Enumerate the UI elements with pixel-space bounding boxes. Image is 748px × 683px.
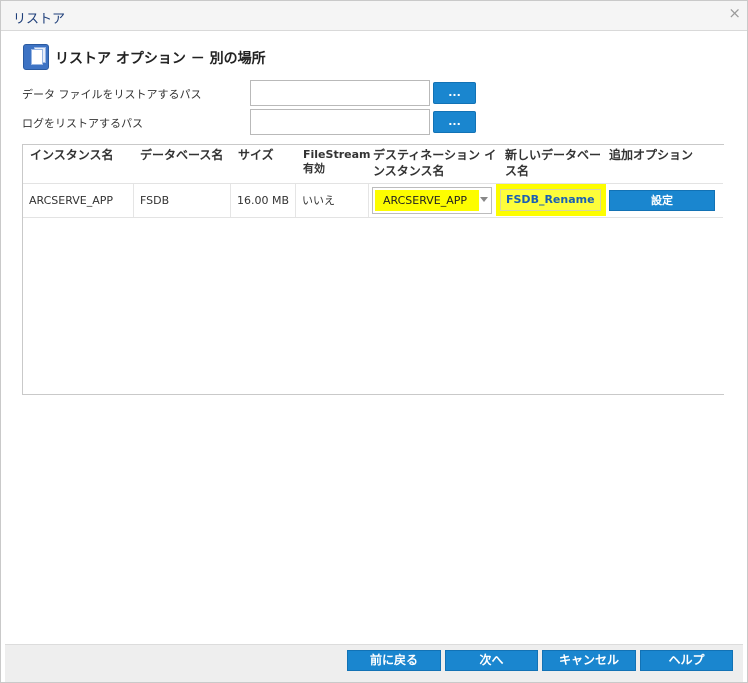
col-header-dest-instance: デスティネーション イ ンスタンス名	[373, 147, 496, 179]
chevron-down-icon[interactable]	[480, 197, 488, 202]
dialog-content: リストア オプション － 別の場所 データ ファイルをリストアするパス ... …	[5, 32, 743, 644]
data-path-browse-button[interactable]: ...	[433, 82, 476, 104]
dest-instance-value: ARCSERVE_APP	[375, 190, 479, 211]
cell-database: FSDB	[134, 184, 231, 217]
close-icon[interactable]: ×	[728, 4, 741, 22]
data-path-label: データ ファイルをリストアするパス	[22, 88, 202, 101]
new-name-cell: FSDB_Rename	[496, 184, 606, 216]
cell-size: 16.00 MB	[231, 184, 296, 217]
restore-dialog: リストア × リストア オプション － 別の場所 データ ファイルをリストアする…	[0, 0, 748, 683]
dialog-title: リストア	[13, 12, 66, 27]
col-header-database: データベース名	[140, 148, 224, 162]
log-path-label: ログをリストアするパス	[22, 117, 143, 130]
next-button[interactable]: 次へ	[445, 650, 538, 671]
col-header-options: 追加オプション	[609, 148, 694, 162]
col-header-filestream-line2: 有効	[303, 162, 325, 175]
col-header-newname-line2: ス名	[505, 164, 530, 178]
settings-button[interactable]: 設定	[609, 190, 715, 211]
database-table: インスタンス名 データベース名 サイズ FileStream 有効 デスティネー…	[22, 144, 724, 395]
new-name-input[interactable]: FSDB_Rename	[500, 189, 601, 211]
col-header-new-name: 新しいデータベー ス名	[505, 147, 601, 179]
col-header-newname-line1: 新しいデータベー	[505, 148, 602, 162]
col-header-filestream-line1: FileStream	[303, 148, 371, 161]
cell-filestream: いいえ	[296, 184, 369, 217]
back-button[interactable]: 前に戻る	[347, 650, 441, 671]
col-header-size: サイズ	[238, 148, 274, 162]
data-path-input[interactable]	[250, 80, 430, 106]
log-path-input[interactable]	[250, 109, 430, 135]
help-button[interactable]: ヘルプ	[640, 650, 733, 671]
col-header-dest-line1: デスティネーション イ	[373, 148, 497, 162]
col-header-dest-line2: ンスタンス名	[373, 164, 445, 178]
cancel-button[interactable]: キャンセル	[542, 650, 636, 671]
section-title: リストア オプション － 別の場所	[55, 51, 266, 67]
table-row[interactable]: ARCSERVE_APP FSDB 16.00 MB いいえ ARCSERVE_…	[23, 183, 723, 218]
title-bar: リストア ×	[1, 1, 747, 31]
dest-instance-select[interactable]: ARCSERVE_APP	[372, 187, 492, 214]
col-header-filestream: FileStream 有効	[303, 148, 370, 176]
log-path-browse-button[interactable]: ...	[433, 111, 476, 133]
document-icon	[23, 44, 49, 70]
cell-instance: ARCSERVE_APP	[23, 184, 134, 217]
col-header-instance: インスタンス名	[30, 148, 114, 162]
dialog-footer: 前に戻る 次へ キャンセル ヘルプ	[5, 644, 743, 682]
